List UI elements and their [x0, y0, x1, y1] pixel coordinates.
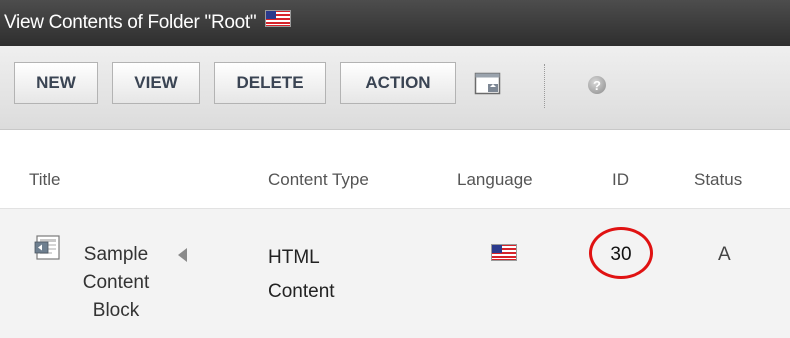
new-button[interactable]: NEW [14, 62, 98, 104]
delete-button[interactable]: DELETE [214, 62, 326, 104]
status-cell: A [718, 244, 731, 265]
us-flag-icon [265, 9, 292, 33]
toolbar: NEW VIEW DELETE ACTION ? [0, 46, 790, 130]
window-title: View Contents of Folder "Root" [4, 12, 257, 33]
column-header-content-type[interactable]: Content Type [268, 170, 369, 190]
us-flag-icon [491, 244, 517, 266]
content-block-icon [34, 235, 64, 261]
toolbar-separator [544, 64, 545, 108]
window-titlebar: View Contents of Folder "Root" [0, 0, 790, 46]
content-title-link[interactable]: Sample Content Block [68, 241, 164, 325]
column-header-id[interactable]: ID [612, 170, 629, 190]
content-type-cell: HTML Content [268, 247, 335, 302]
context-menu-arrow-icon[interactable] [178, 248, 187, 262]
help-icon[interactable]: ? [588, 76, 606, 94]
content-id-cell: 30 [610, 244, 632, 265]
column-header-status[interactable]: Status [694, 170, 742, 190]
column-header-language[interactable]: Language [457, 170, 533, 190]
column-header-title[interactable]: Title [29, 170, 61, 190]
view-button[interactable]: VIEW [112, 62, 200, 104]
action-button[interactable]: ACTION [340, 62, 456, 104]
folder-contents-view: View Contents of Folder "Root" NEW VIEW … [0, 0, 790, 338]
export-window-icon[interactable] [474, 72, 502, 96]
